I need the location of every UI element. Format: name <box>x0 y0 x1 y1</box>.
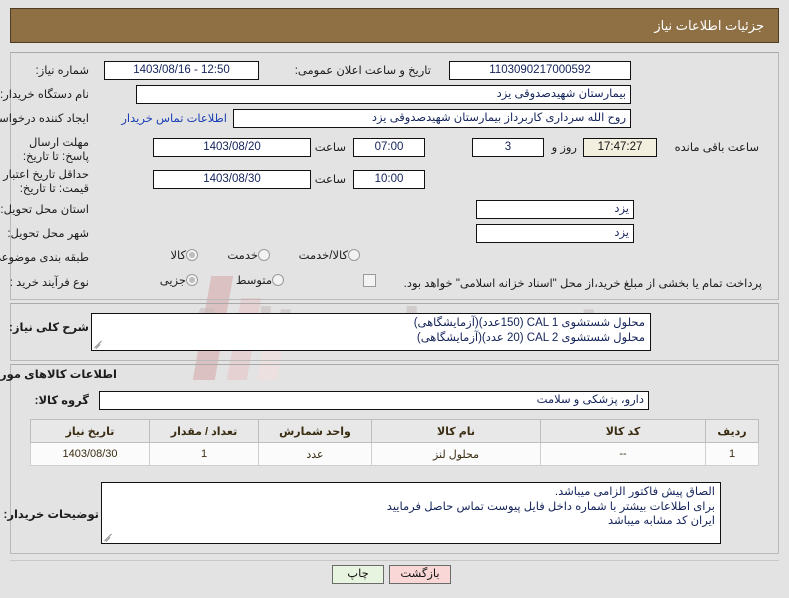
delivery-province-label: استان محل تحویل: <box>0 204 89 216</box>
radio-dot-icon <box>186 249 198 261</box>
goods-table: ردیف کد کالا نام کالا واحد شمارش تعداد /… <box>30 419 759 466</box>
resize-grip-icon[interactable] <box>104 532 113 541</box>
subject-class-label: طبقه بندی موضوعی: <box>0 252 89 264</box>
th-radif: ردیف <box>705 419 759 443</box>
radio-process-motevaset-label: متوسط <box>235 275 272 287</box>
back-button[interactable]: بازگشت <box>389 565 451 584</box>
th-vahed: واحد شمارش <box>258 419 372 443</box>
response-deadline-countdown-field: 17:47:27 <box>583 138 657 157</box>
table-row[interactable]: 1 -- محلول لنز عدد 1 1403/08/30 <box>30 442 759 466</box>
buyer-contact-link[interactable]: اطلاعات تماس خریدار <box>121 112 227 126</box>
cell-radif: 1 <box>705 442 759 466</box>
goods-group-label: گروه کالا: <box>34 395 89 407</box>
th-nam-kala: نام کالا <box>371 419 541 443</box>
response-deadline-time-field[interactable]: 07:00 <box>353 138 425 157</box>
table-header-row: ردیف کد کالا نام کالا واحد شمارش تعداد /… <box>30 419 759 443</box>
price-validity-time-label: ساعت <box>314 174 346 186</box>
need-description-label: شرح کلی نیاز: <box>9 322 89 334</box>
th-tedad: تعداد / مقدار <box>149 419 259 443</box>
buyer-notes-line-2: برای اطلاعات بیشتر با شماره داخل فایل پی… <box>386 500 715 513</box>
buyer-org-label: نام دستگاه خریدار: <box>0 89 89 101</box>
cell-kod-kala: -- <box>540 442 706 466</box>
purchase-process-label: نوع فرآیند خرید : <box>9 277 89 289</box>
goods-section-title: اطلاعات کالاهای مورد نیاز <box>0 369 117 381</box>
footer-divider <box>10 560 779 561</box>
radio-dot-icon <box>258 249 270 261</box>
radio-dot-icon <box>348 249 360 261</box>
radio-subject-kala-khedmat-label: کالا/خدمت <box>298 250 348 262</box>
price-validity-time-field[interactable]: 10:00 <box>353 170 425 189</box>
price-validity-label: حداقل تاریخ اعتبار قیمت: تا تاریخ: <box>3 169 89 195</box>
need-number-field[interactable]: 1103090217000592 <box>449 61 631 80</box>
response-deadline-date-field[interactable]: 1403/08/20 <box>153 138 311 157</box>
response-deadline-days-label: روز و <box>551 142 577 154</box>
buyer-notes-label: توضیحات خریدار: <box>3 509 100 521</box>
need-number-label: شماره نیاز: <box>35 65 90 77</box>
radio-subject-khedmat[interactable]: خدمت <box>227 249 275 263</box>
cell-nam-kala: محلول لنز <box>371 442 541 466</box>
buyer-notes-line-3: ایران کد مشابه میباشد <box>607 515 715 527</box>
buyer-notes-line-1: الصاق پیش فاکتور الزامی میباشد. <box>554 486 715 498</box>
delivery-city-field[interactable]: یزد <box>476 224 634 243</box>
radio-process-jozii[interactable]: جزیی <box>160 274 203 288</box>
need-description-line-1: محلول شستشوی CAL 1 (150عدد)(آزمایشگاهی) <box>413 317 645 329</box>
treasury-bond-note: پرداخت تمام یا بخشی از مبلغ خرید،از محل … <box>403 278 762 290</box>
cell-tarikh: 1403/08/30 <box>30 442 150 466</box>
response-deadline-days-field[interactable]: 3 <box>472 138 544 157</box>
cell-tedad: 1 <box>149 442 259 466</box>
th-tarikh: تاریخ نیاز <box>30 419 150 443</box>
delivery-province-field[interactable]: یزد <box>476 200 634 219</box>
announce-datetime-label: تاریخ و ساعت اعلان عمومی: <box>294 65 431 77</box>
radio-process-jozii-label: جزیی <box>159 275 186 287</box>
buyer-org-field[interactable]: بیمارستان شهیدصدوقی یزد <box>136 85 631 104</box>
radio-subject-kala-label: کالا <box>170 250 186 262</box>
response-deadline-countdown-label: ساعت باقی مانده <box>674 142 759 154</box>
delivery-city-label: شهر محل تحویل: <box>7 228 89 240</box>
print-button[interactable]: چاپ <box>332 565 384 584</box>
radio-subject-kala-khedmat[interactable]: کالا/خدمت <box>299 249 365 263</box>
radio-subject-khedmat-label: خدمت <box>227 250 258 262</box>
buyer-notes-textarea[interactable]: الصاق پیش فاکتور الزامی میباشد. برای اطل… <box>101 482 721 544</box>
page-header-bar: جزئیات اطلاعات نیاز <box>10 8 779 43</box>
goods-group-field[interactable]: دارو، پزشکی و سلامت <box>99 391 649 410</box>
treasury-bond-checkbox[interactable] <box>363 274 376 287</box>
need-details-page: Aritender.net جزئیات اطلاعات نیاز شماره … <box>0 0 789 598</box>
radio-process-motevaset[interactable]: متوسط <box>236 274 289 288</box>
need-description-textarea[interactable]: محلول شستشوی CAL 1 (150عدد)(آزمایشگاهی) … <box>91 313 651 351</box>
page-title: جزئیات اطلاعات نیاز <box>654 18 764 33</box>
radio-dot-icon <box>272 274 284 286</box>
radio-dot-icon <box>186 274 198 286</box>
announce-datetime-field[interactable]: 1403/08/16 - 12:50 <box>104 61 259 80</box>
need-description-line-2: محلول شستشوی CAL 2 (20 عدد)(آزمایشگاهی) <box>416 331 645 344</box>
radio-subject-kala[interactable]: کالا <box>170 249 203 263</box>
request-creator-field[interactable]: روح الله سرداری کاربرداز بیمارستان شهیدص… <box>233 109 631 128</box>
response-deadline-time-label: ساعت <box>314 142 346 154</box>
th-kod-kala: کد کالا <box>540 419 706 443</box>
request-creator-label: ایجاد کننده درخواست: <box>0 113 89 125</box>
response-deadline-label: مهلت ارسال پاسخ: تا تاریخ: <box>22 137 89 163</box>
cell-vahed: عدد <box>258 442 372 466</box>
price-validity-date-field[interactable]: 1403/08/30 <box>153 170 311 189</box>
